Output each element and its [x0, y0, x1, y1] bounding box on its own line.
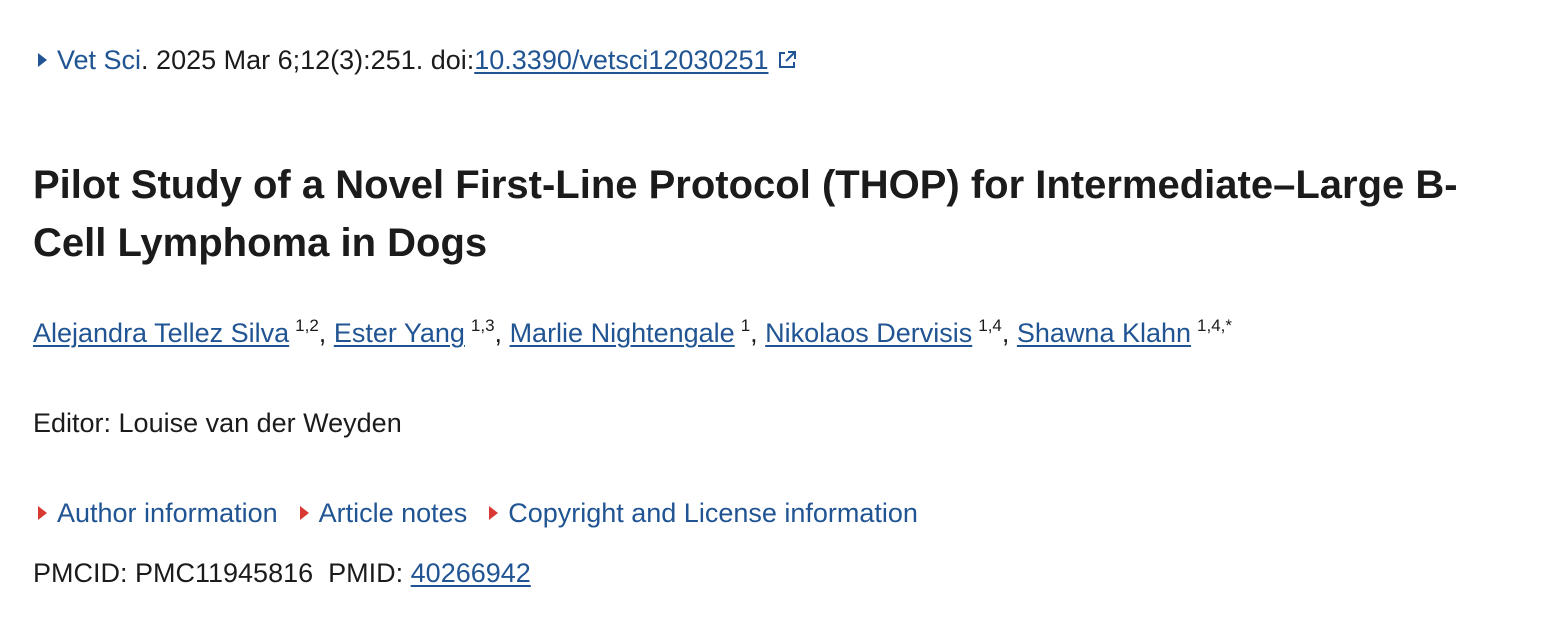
external-link-icon[interactable] — [777, 50, 797, 70]
doi-link[interactable]: 10.3390/vetsci12030251 — [474, 42, 768, 78]
author-list: Alejandra Tellez Silva 1,2, Ester Yang 1,3… — [33, 313, 1232, 353]
author-link[interactable]: Alejandra Tellez Silva — [33, 318, 289, 348]
article-header: Vet Sci . 2025 Mar 6;12(3):251. doi: 10.… — [0, 0, 1556, 638]
accordion-label: Copyright and License information — [508, 498, 918, 528]
accordion-label: Author information — [57, 498, 278, 528]
author-separator: , — [750, 318, 766, 348]
author-separator: , — [318, 318, 334, 348]
author-information-toggle[interactable]: Author information — [38, 495, 278, 531]
author-affiliation: 1,2 — [295, 316, 319, 335]
accordion-label: Article notes — [318, 498, 468, 528]
author-separator: , — [1001, 318, 1017, 348]
citation-line: Vet Sci . 2025 Mar 6;12(3):251. doi: 10.… — [38, 42, 797, 78]
author-link[interactable]: Shawna Klahn — [1017, 318, 1191, 348]
journal-link[interactable]: Vet Sci — [57, 42, 141, 78]
article-notes-toggle[interactable]: Article notes — [299, 495, 468, 531]
editor-line: Editor: Louise van der Weyden — [33, 408, 402, 438]
author-separator: , — [494, 318, 510, 348]
copyright-license-toggle[interactable]: Copyright and License information — [489, 495, 918, 531]
triangle-right-icon[interactable] — [38, 53, 47, 67]
citation-details: . 2025 Mar 6;12(3):251. doi: — [141, 45, 475, 75]
article-ids: PMCID: PMC11945816 PMID: 40266942 — [33, 555, 531, 591]
author-affiliation: 1,4 — [978, 316, 1002, 335]
author-link[interactable]: Ester Yang — [334, 318, 465, 348]
triangle-right-icon — [38, 506, 47, 520]
author-affiliation: 1 — [740, 316, 751, 335]
author-affiliation: 1,3 — [470, 316, 495, 335]
pmcid: PMCID: PMC11945816 — [33, 558, 314, 588]
pmid-link[interactable]: 40266942 — [411, 558, 531, 588]
triangle-right-icon — [489, 506, 499, 520]
author-link[interactable]: Nikolaos Dervisis — [765, 318, 972, 348]
article-title: Pilot Study of a Novel First-Line Protoc… — [33, 163, 1458, 265]
pmid-label: PMID: — [328, 558, 411, 588]
author-affiliation: 1,4,* — [1197, 316, 1233, 335]
author-link[interactable]: Marlie Nightengale — [510, 318, 735, 348]
triangle-right-icon — [299, 506, 309, 520]
accordion-bar: Author information Article notes Copyrig… — [38, 495, 940, 531]
